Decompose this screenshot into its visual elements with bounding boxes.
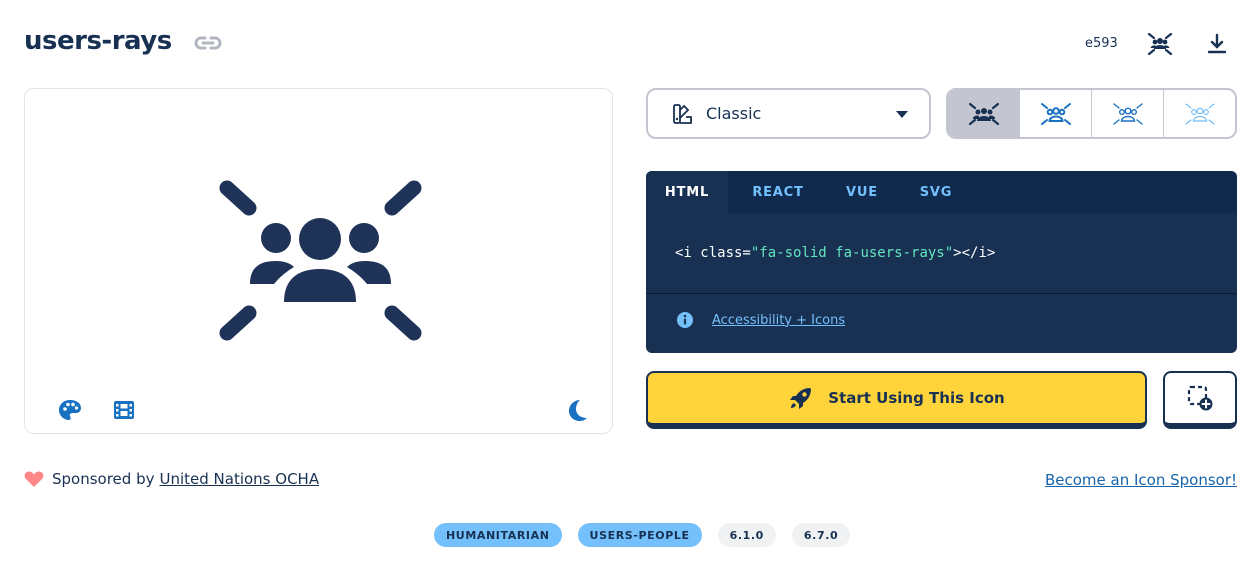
become-sponsor-link[interactable]: Become an Icon Sponsor!	[1045, 471, 1237, 489]
square-plus-icon	[1187, 385, 1213, 411]
style-dropdown[interactable]: Classic	[646, 88, 931, 139]
users-rays-icon	[1040, 102, 1071, 125]
accessibility-link[interactable]: Accessibility + Icons	[712, 313, 845, 328]
film-icon[interactable]	[111, 397, 137, 423]
style-dropdown-value: Classic	[706, 104, 762, 123]
tag-version: 6.7.0	[791, 523, 851, 547]
code-open: <i class=	[675, 245, 751, 261]
tab-html[interactable]: HTML	[646, 171, 728, 213]
style-swatch-icon	[673, 103, 692, 124]
variant-regular[interactable]	[1020, 90, 1092, 137]
tab-vue[interactable]: VUE	[828, 171, 896, 213]
users-rays-icon[interactable]	[1146, 30, 1174, 58]
start-using-label: Start Using This Icon	[828, 389, 1005, 407]
tag-category[interactable]: USERS-PEOPLE	[577, 523, 702, 547]
code-snippet[interactable]: <i class="fa-solid fa-users-rays"></i>	[675, 245, 995, 261]
palette-icon[interactable]	[57, 397, 83, 423]
heart-icon	[24, 471, 44, 487]
sponsor-link[interactable]: United Nations OCHA	[159, 470, 319, 488]
code-divider	[646, 293, 1237, 294]
users-rays-icon	[968, 102, 999, 125]
icon-preview-card	[24, 88, 613, 434]
start-using-button[interactable]: Start Using This Icon	[646, 371, 1147, 429]
sponsor-prefix: Sponsored by	[52, 470, 155, 488]
variant-solid[interactable]	[948, 90, 1020, 137]
add-to-kit-button[interactable]	[1163, 371, 1237, 429]
tab-react[interactable]: REACT	[728, 171, 828, 213]
tab-svg[interactable]: SVG	[896, 171, 976, 213]
accessibility-row: Accessibility + Icons	[676, 311, 845, 329]
code-close: ></i>	[953, 245, 996, 261]
code-tabs: HTML REACT VUE SVG	[646, 171, 1237, 213]
caret-down-icon	[896, 110, 908, 118]
rocket-icon	[790, 388, 812, 409]
info-circle-icon	[677, 312, 693, 328]
style-variant-group	[946, 88, 1237, 139]
sponsor-line: Sponsored by United Nations OCHA	[24, 470, 319, 488]
variant-thin[interactable]	[1164, 90, 1235, 137]
users-rays-icon	[1185, 103, 1214, 124]
page-title: users-rays	[24, 26, 172, 56]
code-quote-close: "	[944, 245, 954, 261]
tag-list: HUMANITARIAN USERS-PEOPLE 6.1.0 6.7.0	[434, 523, 851, 547]
users-rays-icon	[1112, 102, 1143, 125]
unicode-value[interactable]: e593	[1085, 36, 1118, 51]
code-snippet-panel: HTML REACT VUE SVG <i class= "fa-solid fa…	[646, 171, 1237, 353]
code-class-value: fa-solid fa-users-rays	[759, 245, 945, 261]
link-icon[interactable]	[193, 32, 223, 54]
moon-icon[interactable]	[565, 397, 591, 423]
variant-light[interactable]	[1092, 90, 1164, 137]
tag-category[interactable]: HUMANITARIAN	[434, 523, 562, 547]
download-icon[interactable]	[1203, 30, 1231, 58]
tag-version: 6.1.0	[717, 523, 776, 547]
users-rays-icon	[219, 180, 422, 341]
